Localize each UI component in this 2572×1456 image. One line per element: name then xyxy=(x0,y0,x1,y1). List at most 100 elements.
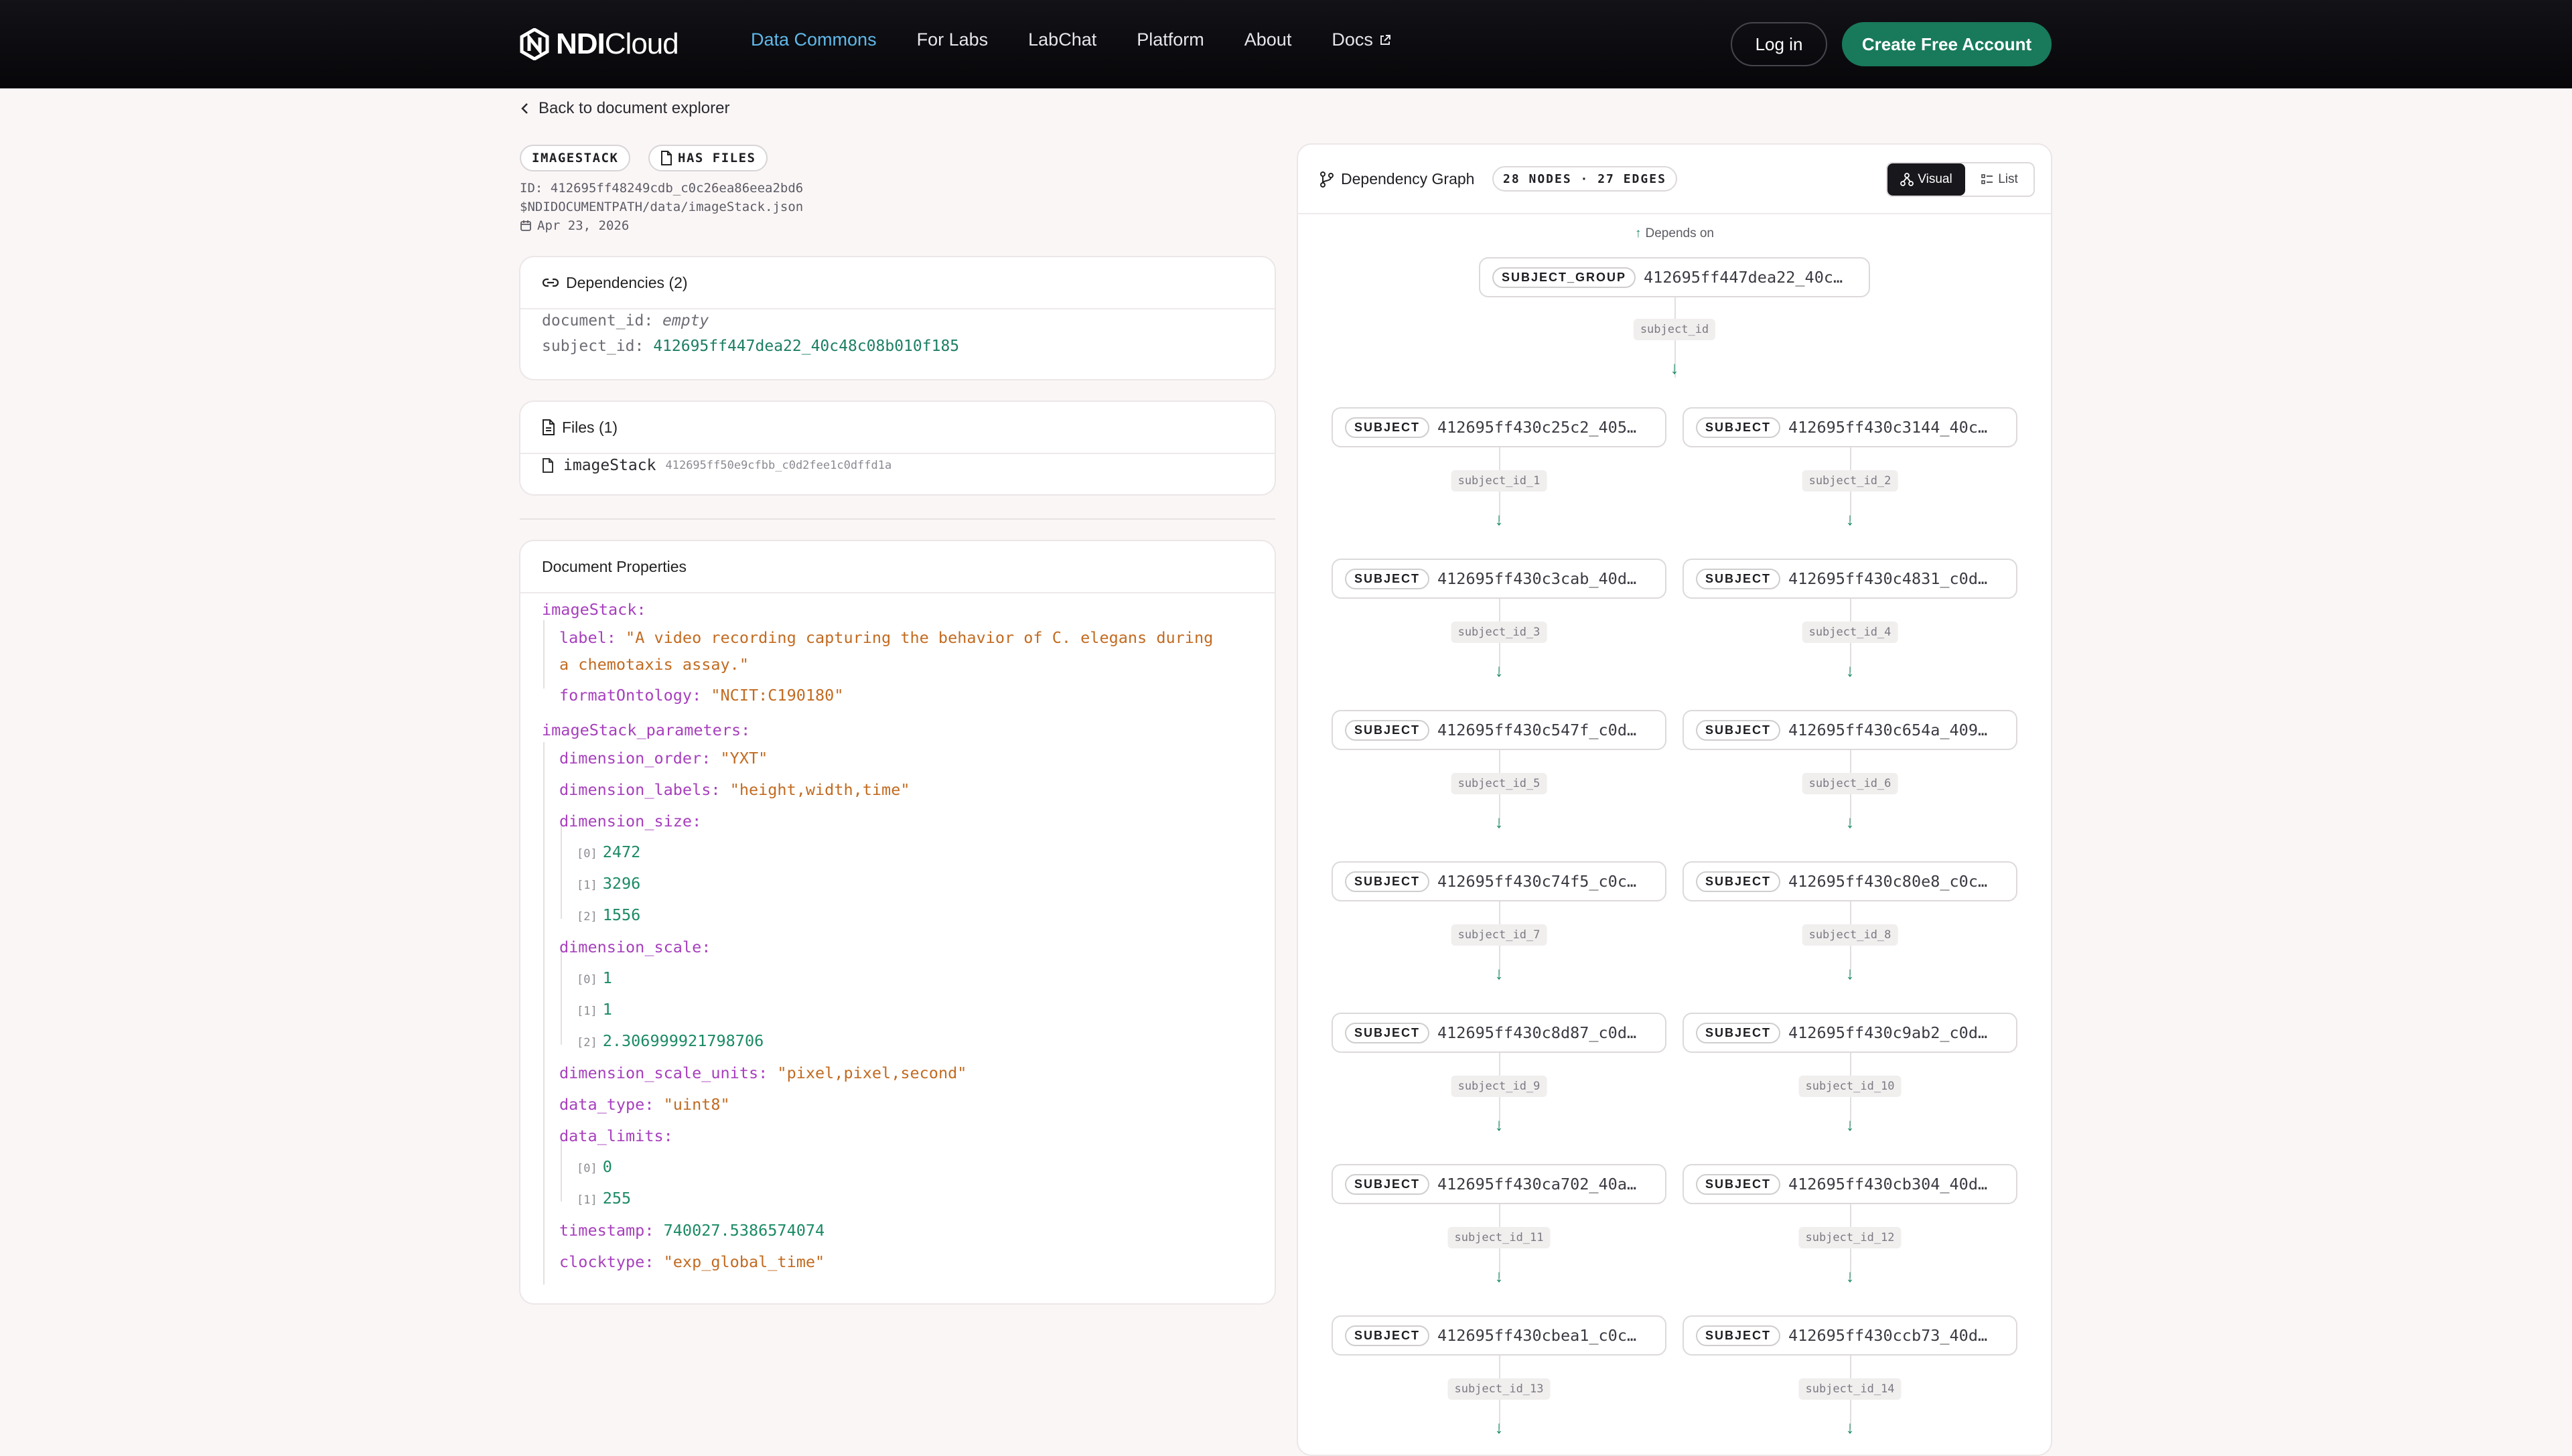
graph-subject-node[interactable]: SUBJECT 412695ff430cbea1_c0c… xyxy=(1332,1315,1666,1356)
create-account-button[interactable]: Create Free Account xyxy=(1842,22,2052,66)
arrow-down-icon: ↓ xyxy=(1845,963,1855,983)
node-id: 412695ff430cb304_40d… xyxy=(1788,1175,1988,1193)
has-files-label: HAS FILES xyxy=(678,151,756,165)
node-type-tag: SUBJECT xyxy=(1696,871,1781,892)
has-files-badge: HAS FILES xyxy=(648,145,768,171)
properties-title: Document Properties xyxy=(542,557,687,575)
dep-document-id: document_id: empty xyxy=(542,312,709,330)
array-item: [1] 3296 xyxy=(577,874,641,893)
document-properties-card: Document Properties imageStack: label: "… xyxy=(519,540,1276,1305)
prop-dimension-order: dimension_order: "YXT" xyxy=(559,749,768,768)
graph-subject-node[interactable]: SUBJECT 412695ff430ccb73_40d… xyxy=(1683,1315,2017,1356)
section-divider xyxy=(520,518,1275,520)
prop-imagestack-parameters: imageStack_parameters: xyxy=(542,721,750,739)
node-type-tag: SUBJECT xyxy=(1696,568,1781,589)
graph-title-label: Dependency Graph xyxy=(1341,170,1475,188)
files-header: Files (1) xyxy=(520,402,1275,454)
nav-for-labs[interactable]: For Labs xyxy=(917,29,989,50)
graph-subject-node[interactable]: SUBJECT 412695ff430c80e8_c0c… xyxy=(1683,861,2017,901)
graph-subject-node[interactable]: SUBJECT 412695ff430c9ab2_c0d… xyxy=(1683,1013,2017,1053)
prop-key: dimension_scale_units: xyxy=(559,1064,768,1082)
visual-view-button[interactable]: Visual xyxy=(1887,163,1965,196)
prop-key: dimension_order: xyxy=(559,749,711,768)
graph-subject-node[interactable]: SUBJECT 412695ff430c8d87_c0d… xyxy=(1332,1013,1666,1053)
graph-subject-node[interactable]: SUBJECT 412695ff430c547f_c0d… xyxy=(1332,710,1666,750)
dep-subject-link[interactable]: 412695ff447dea22_40c48c08b010f185 xyxy=(653,338,959,355)
graph-subject-node[interactable]: SUBJECT 412695ff430c74f5_c0c… xyxy=(1332,861,1666,901)
arrow-down-icon: ↓ xyxy=(1670,358,1679,378)
depends-on-text: Depends on xyxy=(1645,226,1714,240)
node-type-tag: SUBJECT xyxy=(1696,1325,1781,1346)
graph-subject-node[interactable]: SUBJECT 412695ff430c4831_c0d… xyxy=(1683,559,2017,599)
graph-subject-node[interactable]: SUBJECT 412695ff430ca702_40a… xyxy=(1332,1164,1666,1204)
graph-subject-node[interactable]: SUBJECT 412695ff430c3cab_40d… xyxy=(1332,559,1666,599)
file-icon xyxy=(661,151,672,165)
login-button[interactable]: Log in xyxy=(1731,22,1827,66)
graph-root-node[interactable]: SUBJECT_GROUP 412695ff447dea22_40c… xyxy=(1479,257,1870,297)
prop-format-ontology: formatOntology: "NCIT:C190180" xyxy=(559,686,843,705)
graph-subject-node[interactable]: SUBJECT 412695ff430c3144_40c… xyxy=(1683,407,2017,447)
properties-header: Document Properties xyxy=(520,541,1275,593)
logo-text-bold: NDI xyxy=(556,27,605,60)
file-hash: 412695ff50e9cfbb_c0d2fee1c0dffd1a xyxy=(665,459,892,472)
network-icon xyxy=(1900,173,1914,186)
nav-about[interactable]: About xyxy=(1244,29,1292,50)
node-type-tag: SUBJECT xyxy=(1345,871,1430,892)
prop-key: dimension_labels: xyxy=(559,780,721,799)
list-view-button[interactable]: List xyxy=(1965,163,2033,196)
back-to-explorer-link[interactable]: Back to document explorer xyxy=(520,99,729,118)
nav-platform[interactable]: Platform xyxy=(1137,29,1204,50)
prop-imagestack: imageStack: xyxy=(542,600,646,619)
git-branch-icon xyxy=(1320,171,1334,188)
prop-key: dimension_scale: xyxy=(559,938,711,956)
nav-labchat[interactable]: LabChat xyxy=(1028,29,1096,50)
file-row[interactable]: imageStack 412695ff50e9cfbb_c0d2fee1c0df… xyxy=(542,457,891,474)
edge-label: subject_id_11 xyxy=(1447,1227,1551,1248)
tree-guide xyxy=(543,742,545,1285)
arrow-down-icon: ↓ xyxy=(1494,1114,1504,1135)
document-date: Apr 23, 2026 xyxy=(520,218,629,233)
node-type-tag: SUBJECT_GROUP xyxy=(1492,267,1636,288)
prop-key: formatOntology: xyxy=(559,686,702,705)
node-type-tag: SUBJECT xyxy=(1345,417,1430,438)
prop-string: a chemotaxis assay." xyxy=(559,655,749,674)
array-item: [2] 1556 xyxy=(577,905,641,924)
array-item: [1] 255 xyxy=(577,1189,632,1208)
graph-subject-node[interactable]: SUBJECT 412695ff430c25c2_405… xyxy=(1332,407,1666,447)
document-path: $NDIDOCUMENTPATH/data/imageStack.json xyxy=(520,200,804,214)
prop-key: data_limits: xyxy=(559,1126,673,1145)
dependencies-title: Dependencies (2) xyxy=(566,273,688,291)
node-id: 412695ff430c4831_c0d… xyxy=(1788,569,1988,588)
prop-dimension-scale: dimension_scale: xyxy=(559,938,711,956)
file-icon xyxy=(543,458,553,473)
prop-dimension-labels: dimension_labels: "height,width,time" xyxy=(559,780,910,799)
graph-count-badge: 28 NODES · 27 EDGES xyxy=(1492,166,1677,192)
node-id: 412695ff430c547f_c0d… xyxy=(1437,721,1637,739)
graph-subject-node[interactable]: SUBJECT 412695ff430cb304_40d… xyxy=(1683,1164,2017,1204)
arrow-down-icon: ↓ xyxy=(1845,1114,1855,1135)
array-item: [0] 1 xyxy=(577,968,612,987)
dep-key: subject_id: xyxy=(542,338,644,355)
calendar-icon xyxy=(520,220,531,231)
arrow-down-icon: ↓ xyxy=(1845,660,1855,680)
graph-subject-node[interactable]: SUBJECT 412695ff430c654a_409… xyxy=(1683,710,2017,750)
ndicloud-logo[interactable]: NDICloud xyxy=(520,27,679,62)
node-type-tag: SUBJECT xyxy=(1345,1325,1430,1346)
edge-label: subject_id xyxy=(1633,319,1716,340)
array-item: [1] 1 xyxy=(577,1000,612,1019)
document-date-label: Apr 23, 2026 xyxy=(537,218,630,233)
nav-data-commons[interactable]: Data Commons xyxy=(751,29,877,50)
node-type-tag: SUBJECT xyxy=(1345,719,1430,741)
edge-label: subject_id_9 xyxy=(1451,1076,1547,1097)
nav-docs[interactable]: Docs xyxy=(1332,29,1392,50)
node-id: 412695ff447dea22_40c… xyxy=(1644,268,1843,287)
edge-label: subject_id_12 xyxy=(1798,1227,1902,1248)
prop-clocktype: clocktype: "exp_global_time" xyxy=(559,1252,825,1271)
prop-data-limits: data_limits: xyxy=(559,1126,673,1145)
prop-string: "exp_global_time" xyxy=(663,1252,825,1271)
edge-label: subject_id_13 xyxy=(1447,1378,1551,1400)
dep-subject-id: subject_id: 412695ff447dea22_40c48c08b01… xyxy=(542,338,959,355)
tree-guide xyxy=(543,620,545,688)
prop-string: "height,width,time" xyxy=(729,780,910,799)
arrow-up-icon: ↑ xyxy=(1635,226,1642,240)
